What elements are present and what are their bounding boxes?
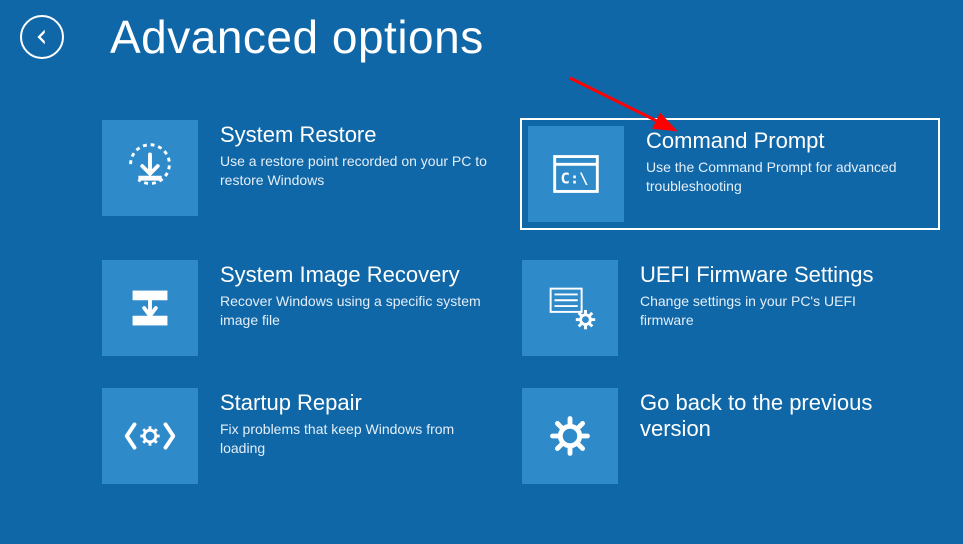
startup-repair-icon [102,388,198,484]
svg-text:C:\: C:\ [561,170,589,188]
tile-system-restore[interactable]: System Restore Use a restore point recor… [100,118,490,230]
tile-system-image-recovery[interactable]: System Image Recovery Recover Windows us… [100,258,490,358]
tile-uefi-firmware-settings[interactable]: UEFI Firmware Settings Change settings i… [520,258,940,358]
go-back-icon [522,388,618,484]
tile-title: Command Prompt [646,128,916,154]
uefi-icon [522,260,618,356]
tile-desc: Change settings in your PC's UEFI firmwa… [640,292,910,330]
arrow-left-icon [31,26,53,48]
command-prompt-icon: C:\ [528,126,624,222]
tile-title: UEFI Firmware Settings [640,262,910,288]
system-restore-icon [102,120,198,216]
tile-command-prompt[interactable]: C:\ Command Prompt Use the Command Promp… [520,118,940,230]
tile-title: System Image Recovery [220,262,488,288]
tile-desc: Fix problems that keep Windows from load… [220,420,488,458]
tile-title: System Restore [220,122,488,148]
back-button[interactable] [20,15,64,59]
tile-title: Startup Repair [220,390,488,416]
options-grid: System Restore Use a restore point recor… [100,118,930,486]
tile-desc: Use a restore point recorded on your PC … [220,152,488,190]
page-title: Advanced options [110,10,484,64]
tile-desc: Use the Command Prompt for advanced trou… [646,158,916,196]
tile-go-back[interactable]: Go back to the previous version [520,386,940,486]
tile-title: Go back to the previous version [640,390,910,443]
system-image-recovery-icon [102,260,198,356]
tile-desc: Recover Windows using a specific system … [220,292,488,330]
tile-startup-repair[interactable]: Startup Repair Fix problems that keep Wi… [100,386,490,486]
